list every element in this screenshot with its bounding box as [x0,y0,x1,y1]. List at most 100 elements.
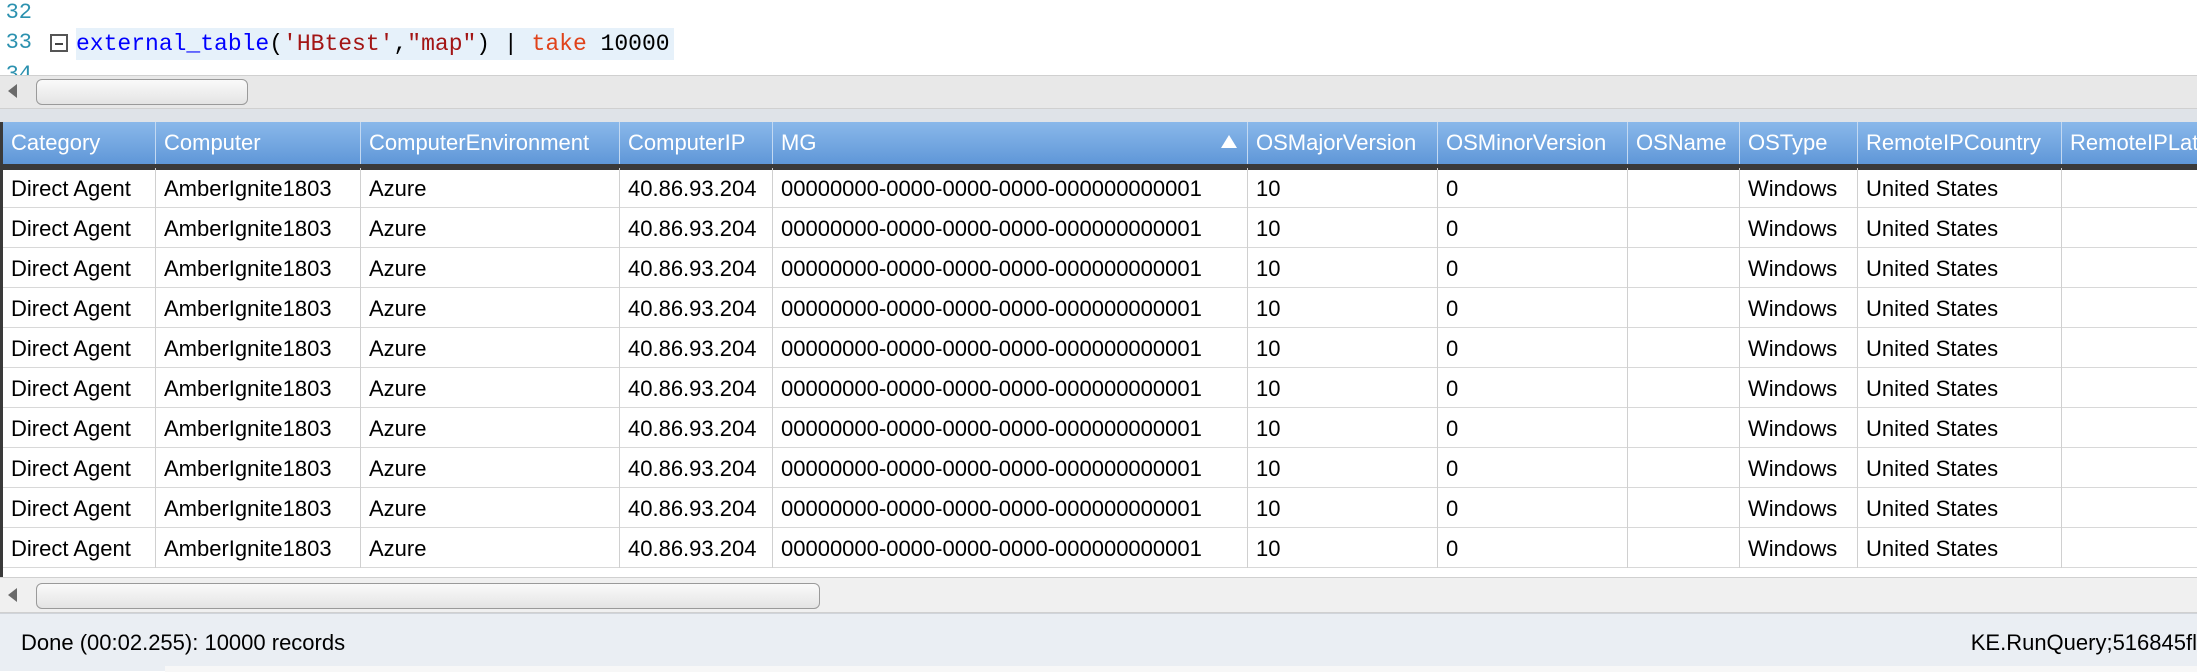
cell-mg[interactable]: 00000000-0000-0000-0000-000000000001 [773,248,1248,288]
cell-computerip[interactable]: 40.86.93.204 [620,528,773,568]
cell-ostype[interactable]: Windows [1740,288,1858,328]
cell-computerenvironment[interactable]: Azure [361,448,620,488]
cell-remoteipcountry[interactable]: United States [1858,248,2062,288]
table-row[interactable]: Direct Agent AmberIgnite1803 Azure 40.86.93… [3,528,2197,568]
cell-category[interactable]: Direct Agent [3,168,156,208]
column-header-computerenvironment[interactable]: ComputerEnvironment [361,122,620,164]
cell-remoteiplat[interactable] [2062,488,2197,528]
cell-mg[interactable]: 00000000-0000-0000-0000-000000000001 [773,488,1248,528]
cell-computer[interactable]: AmberIgnite1803 [156,408,361,448]
cell-computerip[interactable]: 40.86.93.204 [620,448,773,488]
cell-remoteiplat[interactable] [2062,168,2197,208]
cell-osname[interactable] [1628,528,1740,568]
cell-osmajorversion[interactable]: 10 [1248,488,1438,528]
cell-remoteipcountry[interactable]: United States [1858,528,2062,568]
column-header-remoteiplat[interactable]: RemoteIPLat [2062,122,2197,164]
cell-remoteiplat[interactable] [2062,328,2197,368]
grid-horizontal-scrollbar[interactable] [0,577,2197,613]
cell-mg[interactable]: 00000000-0000-0000-0000-000000000001 [773,448,1248,488]
cell-mg[interactable]: 00000000-0000-0000-0000-000000000001 [773,288,1248,328]
cell-computer[interactable]: AmberIgnite1803 [156,248,361,288]
results-grid[interactable]: Category Computer ComputerEnvironment Co… [0,122,2197,577]
table-row[interactable]: Direct Agent AmberIgnite1803 Azure 40.86.93… [3,368,2197,408]
cell-computer[interactable]: AmberIgnite1803 [156,448,361,488]
cell-osname[interactable] [1628,168,1740,208]
cell-computer[interactable]: AmberIgnite1803 [156,208,361,248]
cell-computerip[interactable]: 40.86.93.204 [620,488,773,528]
cell-remoteiplat[interactable] [2062,528,2197,568]
cell-remoteiplat[interactable] [2062,368,2197,408]
cell-remoteipcountry[interactable]: United States [1858,408,2062,448]
column-header-osmajorversion[interactable]: OSMajorVersion [1248,122,1438,164]
cell-ostype[interactable]: Windows [1740,208,1858,248]
cell-remoteipcountry[interactable]: United States [1858,168,2062,208]
cell-osmajorversion[interactable]: 10 [1248,368,1438,408]
cell-osminorversion[interactable]: 0 [1438,408,1628,448]
cell-computerenvironment[interactable]: Azure [361,488,620,528]
column-header-remoteipcountry[interactable]: RemoteIPCountry [1858,122,2062,164]
splitter[interactable] [0,109,2197,122]
editor-scroll-thumb[interactable] [36,79,248,105]
scroll-left-arrow-icon[interactable] [8,588,17,602]
cell-ostype[interactable]: Windows [1740,248,1858,288]
cell-osminorversion[interactable]: 0 [1438,208,1628,248]
cell-remoteipcountry[interactable]: United States [1858,368,2062,408]
table-row[interactable]: Direct Agent AmberIgnite1803 Azure 40.86.93… [3,168,2197,208]
cell-osminorversion[interactable]: 0 [1438,328,1628,368]
column-header-osname[interactable]: OSName [1628,122,1740,164]
cell-osmajorversion[interactable]: 10 [1248,528,1438,568]
cell-mg[interactable]: 00000000-0000-0000-0000-000000000001 [773,328,1248,368]
cell-computerip[interactable]: 40.86.93.204 [620,368,773,408]
cell-ostype[interactable]: Windows [1740,488,1858,528]
cell-remoteiplat[interactable] [2062,208,2197,248]
cell-category[interactable]: Direct Agent [3,248,156,288]
cell-computerip[interactable]: 40.86.93.204 [620,288,773,328]
grid-scroll-thumb[interactable] [36,583,820,609]
cell-remoteipcountry[interactable]: United States [1858,488,2062,528]
cell-osmajorversion[interactable]: 10 [1248,288,1438,328]
cell-computerenvironment[interactable]: Azure [361,368,620,408]
cell-ostype[interactable]: Windows [1740,328,1858,368]
cell-osmajorversion[interactable]: 10 [1248,208,1438,248]
cell-category[interactable]: Direct Agent [3,448,156,488]
scroll-left-arrow-icon[interactable] [8,84,17,98]
cell-osmajorversion[interactable]: 10 [1248,248,1438,288]
cell-osmajorversion[interactable]: 10 [1248,448,1438,488]
cell-computerenvironment[interactable]: Azure [361,248,620,288]
cell-ostype[interactable]: Windows [1740,168,1858,208]
cell-osminorversion[interactable]: 0 [1438,248,1628,288]
cell-osminorversion[interactable]: 0 [1438,368,1628,408]
cell-mg[interactable]: 00000000-0000-0000-0000-000000000001 [773,408,1248,448]
cell-computer[interactable]: AmberIgnite1803 [156,528,361,568]
query-text[interactable]: external_table('HBtest',"map") | take 10… [76,28,674,60]
table-row[interactable]: Direct Agent AmberIgnite1803 Azure 40.86.93… [3,408,2197,448]
cell-osname[interactable] [1628,488,1740,528]
query-editor[interactable]: 32 33 external_table('HBtest',"map") | t… [0,0,2197,75]
cell-osmajorversion[interactable]: 10 [1248,168,1438,208]
cell-category[interactable]: Direct Agent [3,488,156,528]
cell-remoteipcountry[interactable]: United States [1858,328,2062,368]
cell-ostype[interactable]: Windows [1740,408,1858,448]
cell-remoteipcountry[interactable]: United States [1858,288,2062,328]
cell-category[interactable]: Direct Agent [3,208,156,248]
table-row[interactable]: Direct Agent AmberIgnite1803 Azure 40.86.93… [3,288,2197,328]
cell-osname[interactable] [1628,328,1740,368]
cell-osname[interactable] [1628,288,1740,328]
table-row[interactable]: Direct Agent AmberIgnite1803 Azure 40.86.93… [3,488,2197,528]
cell-osname[interactable] [1628,248,1740,288]
column-header-category[interactable]: Category [3,122,156,164]
cell-computerenvironment[interactable]: Azure [361,168,620,208]
cell-category[interactable]: Direct Agent [3,368,156,408]
table-row[interactable]: Direct Agent AmberIgnite1803 Azure 40.86.93… [3,328,2197,368]
cell-computerenvironment[interactable]: Azure [361,328,620,368]
cell-ostype[interactable]: Windows [1740,368,1858,408]
column-header-mg[interactable]: MG [773,122,1248,164]
cell-osname[interactable] [1628,368,1740,408]
cell-osminorversion[interactable]: 0 [1438,528,1628,568]
cell-mg[interactable]: 00000000-0000-0000-0000-000000000001 [773,168,1248,208]
cell-computerenvironment[interactable]: Azure [361,288,620,328]
cell-remoteiplat[interactable] [2062,448,2197,488]
cell-osname[interactable] [1628,208,1740,248]
cell-remoteipcountry[interactable]: United States [1858,208,2062,248]
cell-osmajorversion[interactable]: 10 [1248,328,1438,368]
